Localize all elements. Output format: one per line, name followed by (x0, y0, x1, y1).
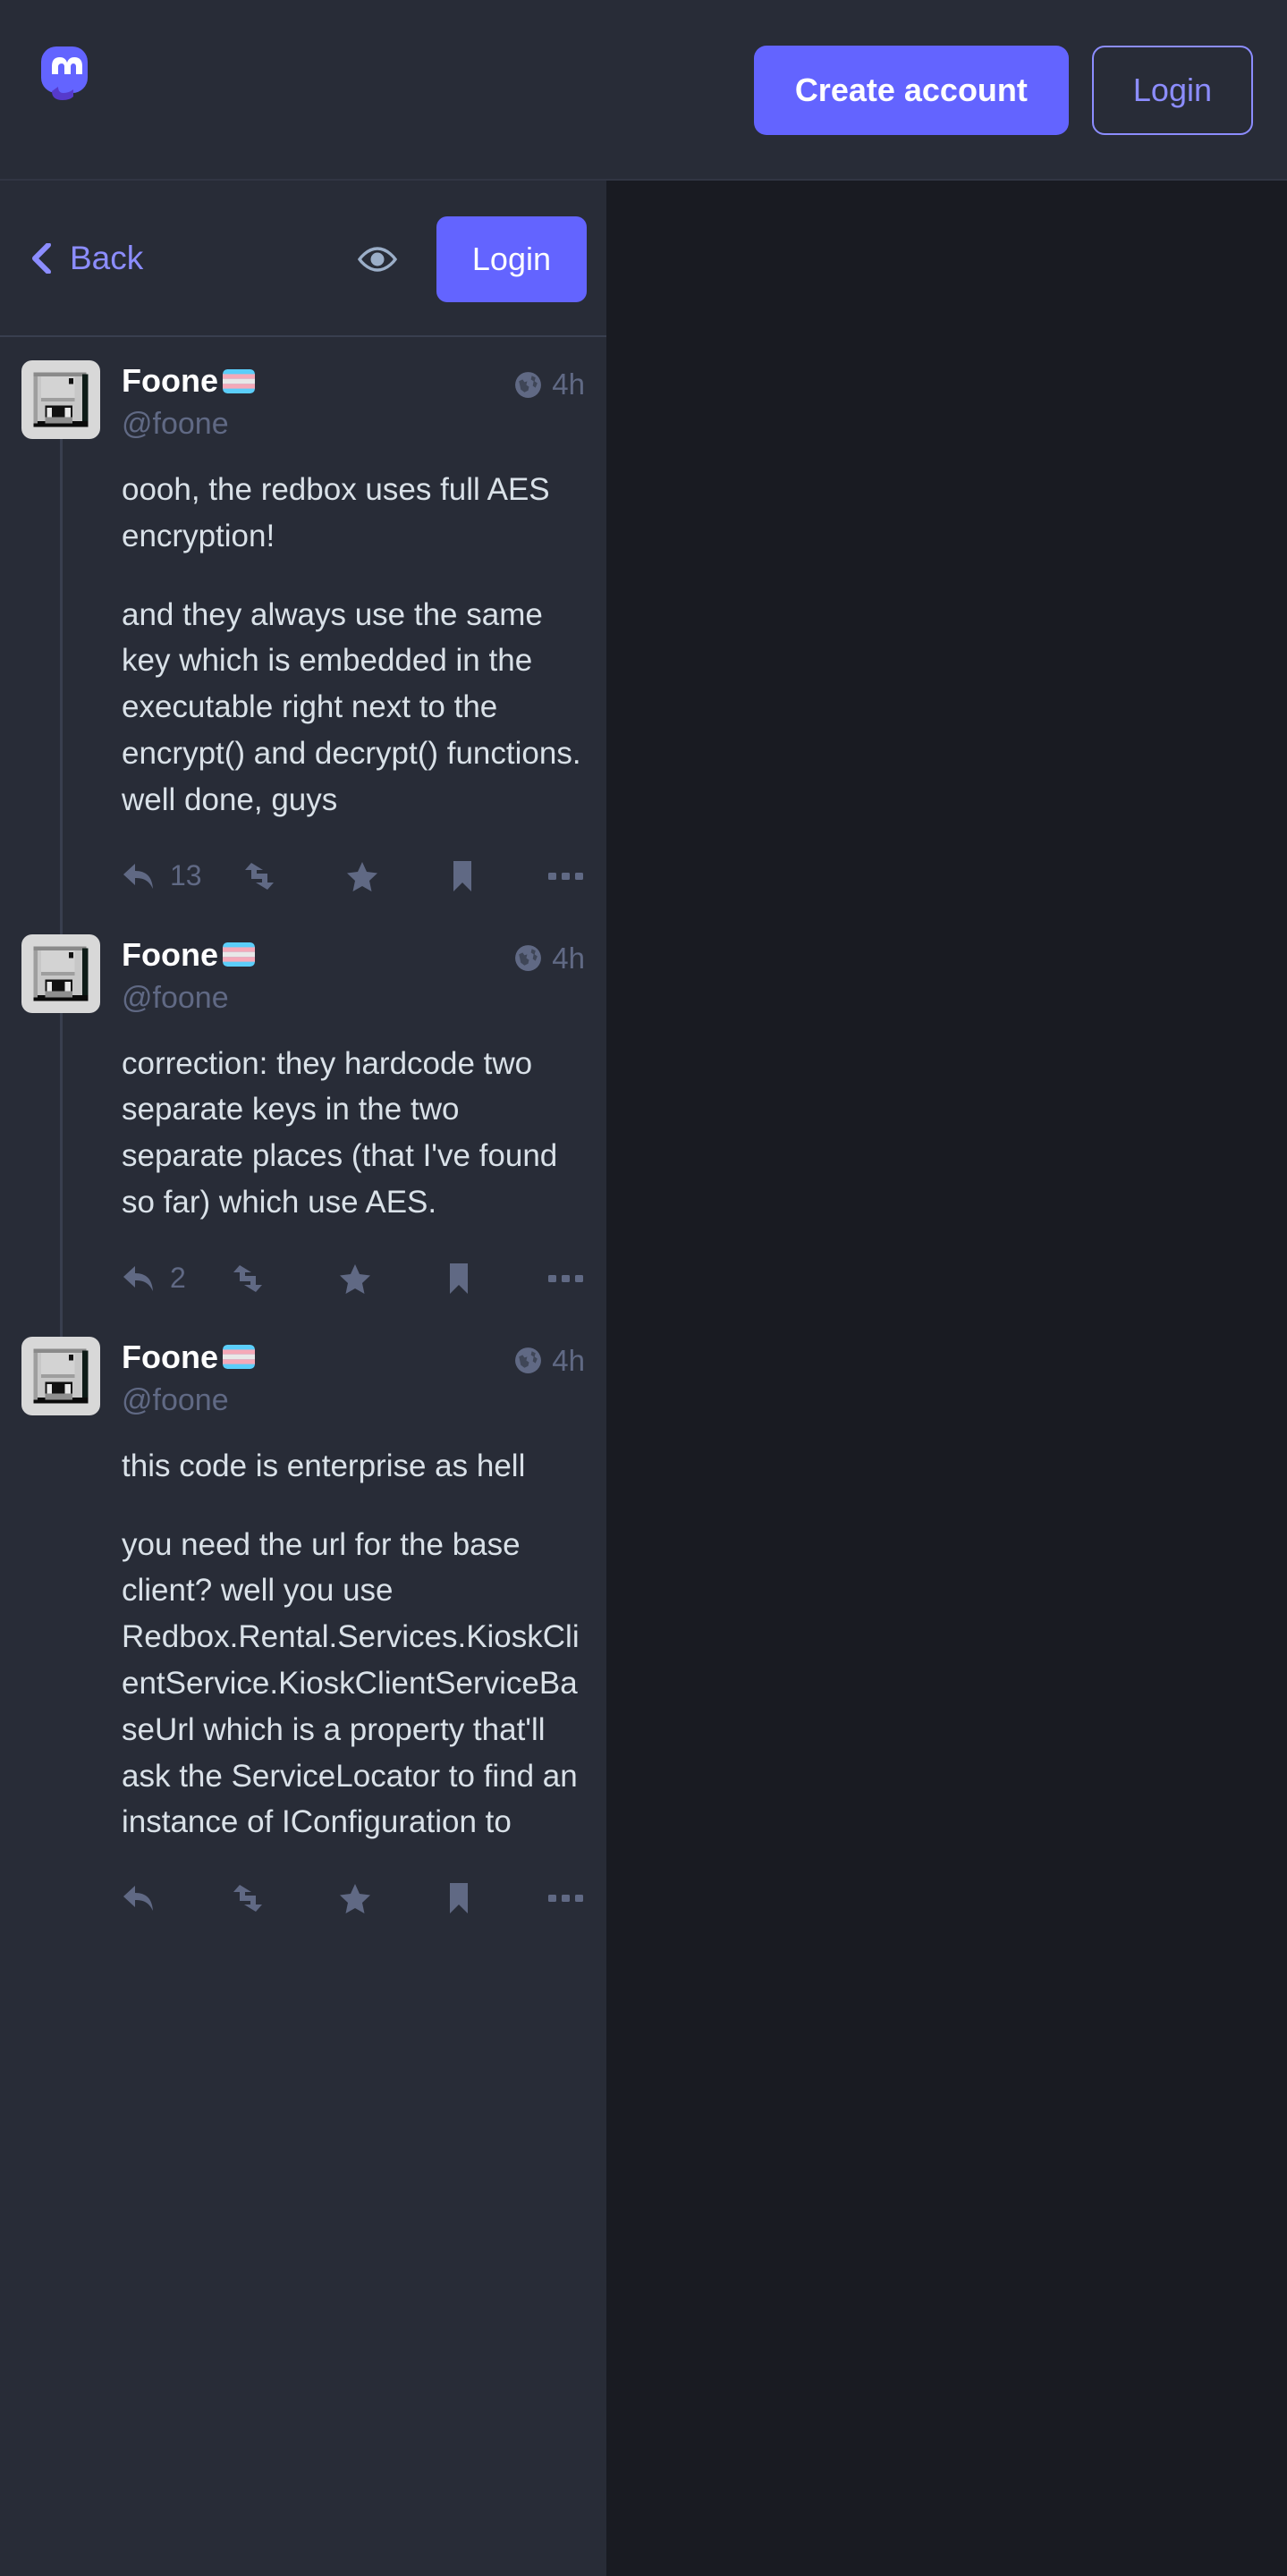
eye-icon-glyph (357, 246, 397, 272)
status-author: Foone @foone (122, 934, 513, 1016)
account-handle: @foone (122, 1382, 229, 1417)
bookmark-icon (453, 860, 472, 891)
mastodon-logo[interactable] (39, 45, 98, 104)
globe-icon (515, 945, 542, 972)
bookmark-icon (450, 1263, 468, 1294)
reply-count: 2 (170, 1262, 186, 1295)
login-button-topbar[interactable]: Login (1091, 46, 1253, 135)
bookmark-button[interactable] (446, 1876, 515, 1921)
status-meta[interactable]: 4h (513, 934, 585, 976)
floppy-disk-avatar-icon (30, 368, 92, 431)
status-paragraph: you need the url for the base client? we… (122, 1526, 580, 1840)
status-paragraph: this code is enterprise as hell (122, 1448, 526, 1483)
displayname-row: Foone (122, 936, 513, 974)
reply-icon (123, 1265, 153, 1291)
boost-icon (233, 1264, 262, 1292)
status-action-bar (122, 1876, 585, 1921)
favourite-button[interactable] (338, 1877, 407, 1920)
star-icon (340, 1884, 370, 1914)
thread-list: Foone @foone 4h oooh, the redbox uses fu… (0, 337, 606, 1933)
boost-icon (233, 1885, 262, 1913)
status-post[interactable]: Foone @foone 4h correction: they hardcod… (0, 911, 606, 1313)
status-post[interactable]: Foone @foone 4h oooh, the redbox uses fu… (0, 337, 606, 911)
chevron-left-icon (32, 242, 51, 274)
column-header: Back Login (0, 181, 606, 337)
avatar[interactable] (21, 360, 100, 439)
topbar-actions: Create account Login (753, 0, 1253, 181)
transgender-flag-icon (222, 1345, 255, 1370)
status-content: oooh, the redbox uses full AES encryptio… (122, 467, 585, 823)
display-name: Foone (122, 1338, 218, 1375)
ellipsis-icon (548, 1274, 583, 1282)
status-header: Foone @foone 4h (21, 933, 585, 1016)
reply-icon (123, 863, 153, 889)
transgender-flag-icon (222, 368, 255, 393)
status-author: Foone @foone (122, 360, 513, 442)
status-content: this code is enterprise as hell you need … (122, 1443, 585, 1845)
status-column: Back Login Foone @foone 4h oooh, the red… (0, 181, 606, 2576)
favourite-button[interactable] (345, 855, 411, 898)
create-account-button[interactable]: Create account (753, 46, 1069, 135)
globe-icon (515, 1347, 542, 1374)
boost-button[interactable] (230, 1877, 299, 1920)
reply-button[interactable] (122, 1877, 191, 1920)
reply-button[interactable]: 13 (122, 854, 202, 898)
top-navigation-bar: Create account Login (0, 0, 1287, 181)
more-options-button[interactable] (547, 866, 585, 887)
status-meta[interactable]: 4h (513, 360, 585, 401)
display-name: Foone (122, 935, 218, 973)
star-icon (340, 1263, 370, 1294)
bookmark-button[interactable] (450, 854, 515, 899)
reply-icon (123, 1886, 153, 1912)
favourite-button[interactable] (338, 1257, 407, 1300)
login-button-column[interactable]: Login (436, 215, 587, 302)
status-meta[interactable]: 4h (513, 1337, 585, 1378)
bookmark-button[interactable] (446, 1256, 515, 1301)
status-header: Foone @foone 4h (21, 1336, 585, 1418)
status-paragraph: correction: they hardcode two separate k… (122, 1045, 558, 1220)
avatar[interactable] (21, 1336, 100, 1415)
boost-button[interactable] (230, 1257, 299, 1300)
status-action-bar: 2 (122, 1256, 585, 1301)
reply-button[interactable]: 2 (122, 1256, 191, 1300)
status-post[interactable]: Foone @foone 4h this code is enterprise … (0, 1313, 606, 1933)
ellipsis-icon (547, 872, 583, 880)
display-name: Foone (122, 362, 218, 399)
more-options-button[interactable] (547, 1268, 585, 1289)
status-author: Foone @foone (122, 1337, 513, 1418)
displayname-row: Foone (122, 1339, 513, 1376)
displayname-row: Foone (122, 362, 513, 400)
eye-icon[interactable] (349, 238, 406, 281)
status-content: correction: they hardcode two separate k… (122, 1041, 585, 1226)
account-handle: @foone (122, 407, 229, 441)
status-paragraph: and they always use the same key which i… (122, 596, 581, 817)
star-icon (347, 861, 378, 891)
reply-count: 13 (170, 859, 202, 892)
status-paragraph: oooh, the redbox uses full AES encryptio… (122, 472, 550, 553)
account-handle: @foone (122, 980, 229, 1015)
avatar[interactable] (21, 933, 100, 1013)
status-action-bar: 13 (122, 854, 585, 899)
transgender-flag-icon (222, 942, 255, 967)
more-options-button[interactable] (547, 1888, 585, 1909)
timestamp: 4h (552, 367, 585, 401)
ellipsis-icon (548, 1895, 583, 1903)
back-label: Back (70, 239, 144, 276)
back-button[interactable]: Back (29, 240, 143, 277)
timestamp: 4h (552, 941, 585, 975)
mastodon-logo-icon (41, 46, 88, 100)
boost-icon (244, 862, 274, 890)
globe-icon (515, 371, 542, 398)
app-root: Create account Login Back Login Foone @f… (0, 0, 1287, 2576)
bookmark-icon (450, 1883, 468, 1914)
status-header: Foone @foone 4h (21, 360, 585, 442)
timestamp: 4h (552, 1343, 585, 1377)
floppy-disk-avatar-icon (30, 942, 92, 1005)
boost-button[interactable] (241, 855, 307, 898)
column-header-actions: Login (349, 181, 587, 337)
floppy-disk-avatar-icon (30, 1344, 92, 1407)
